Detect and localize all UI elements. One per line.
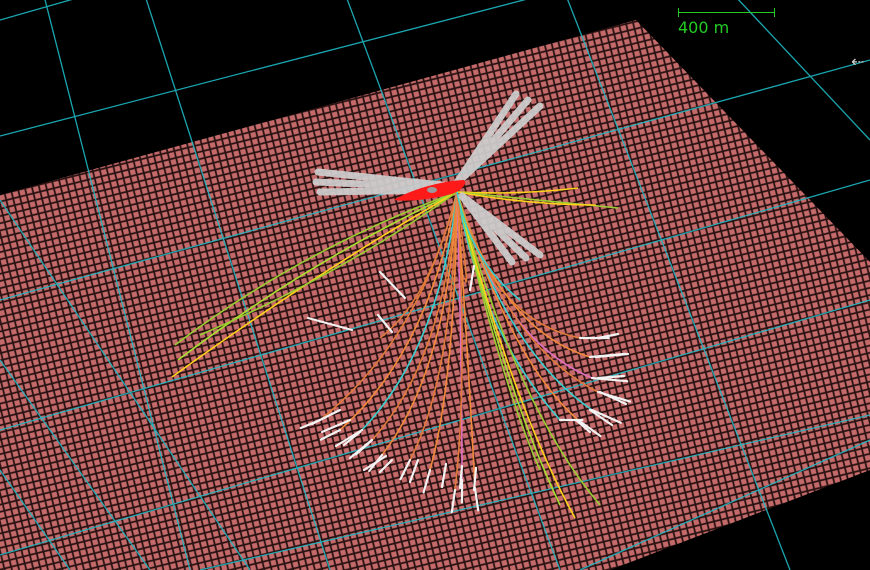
scene-canvas[interactable] [0, 0, 870, 570]
3d-viewport[interactable]: 400 m ⇠ [0, 0, 870, 570]
left-arrow-icon[interactable]: ⇠ [851, 54, 864, 70]
seabed-mesh [0, 20, 870, 570]
scale-bar: 400 m [678, 8, 776, 38]
grid-line [0, 0, 73, 21]
scale-line [678, 12, 774, 13]
scale-tick-right [774, 8, 775, 17]
scale-label: 400 m [678, 18, 730, 37]
